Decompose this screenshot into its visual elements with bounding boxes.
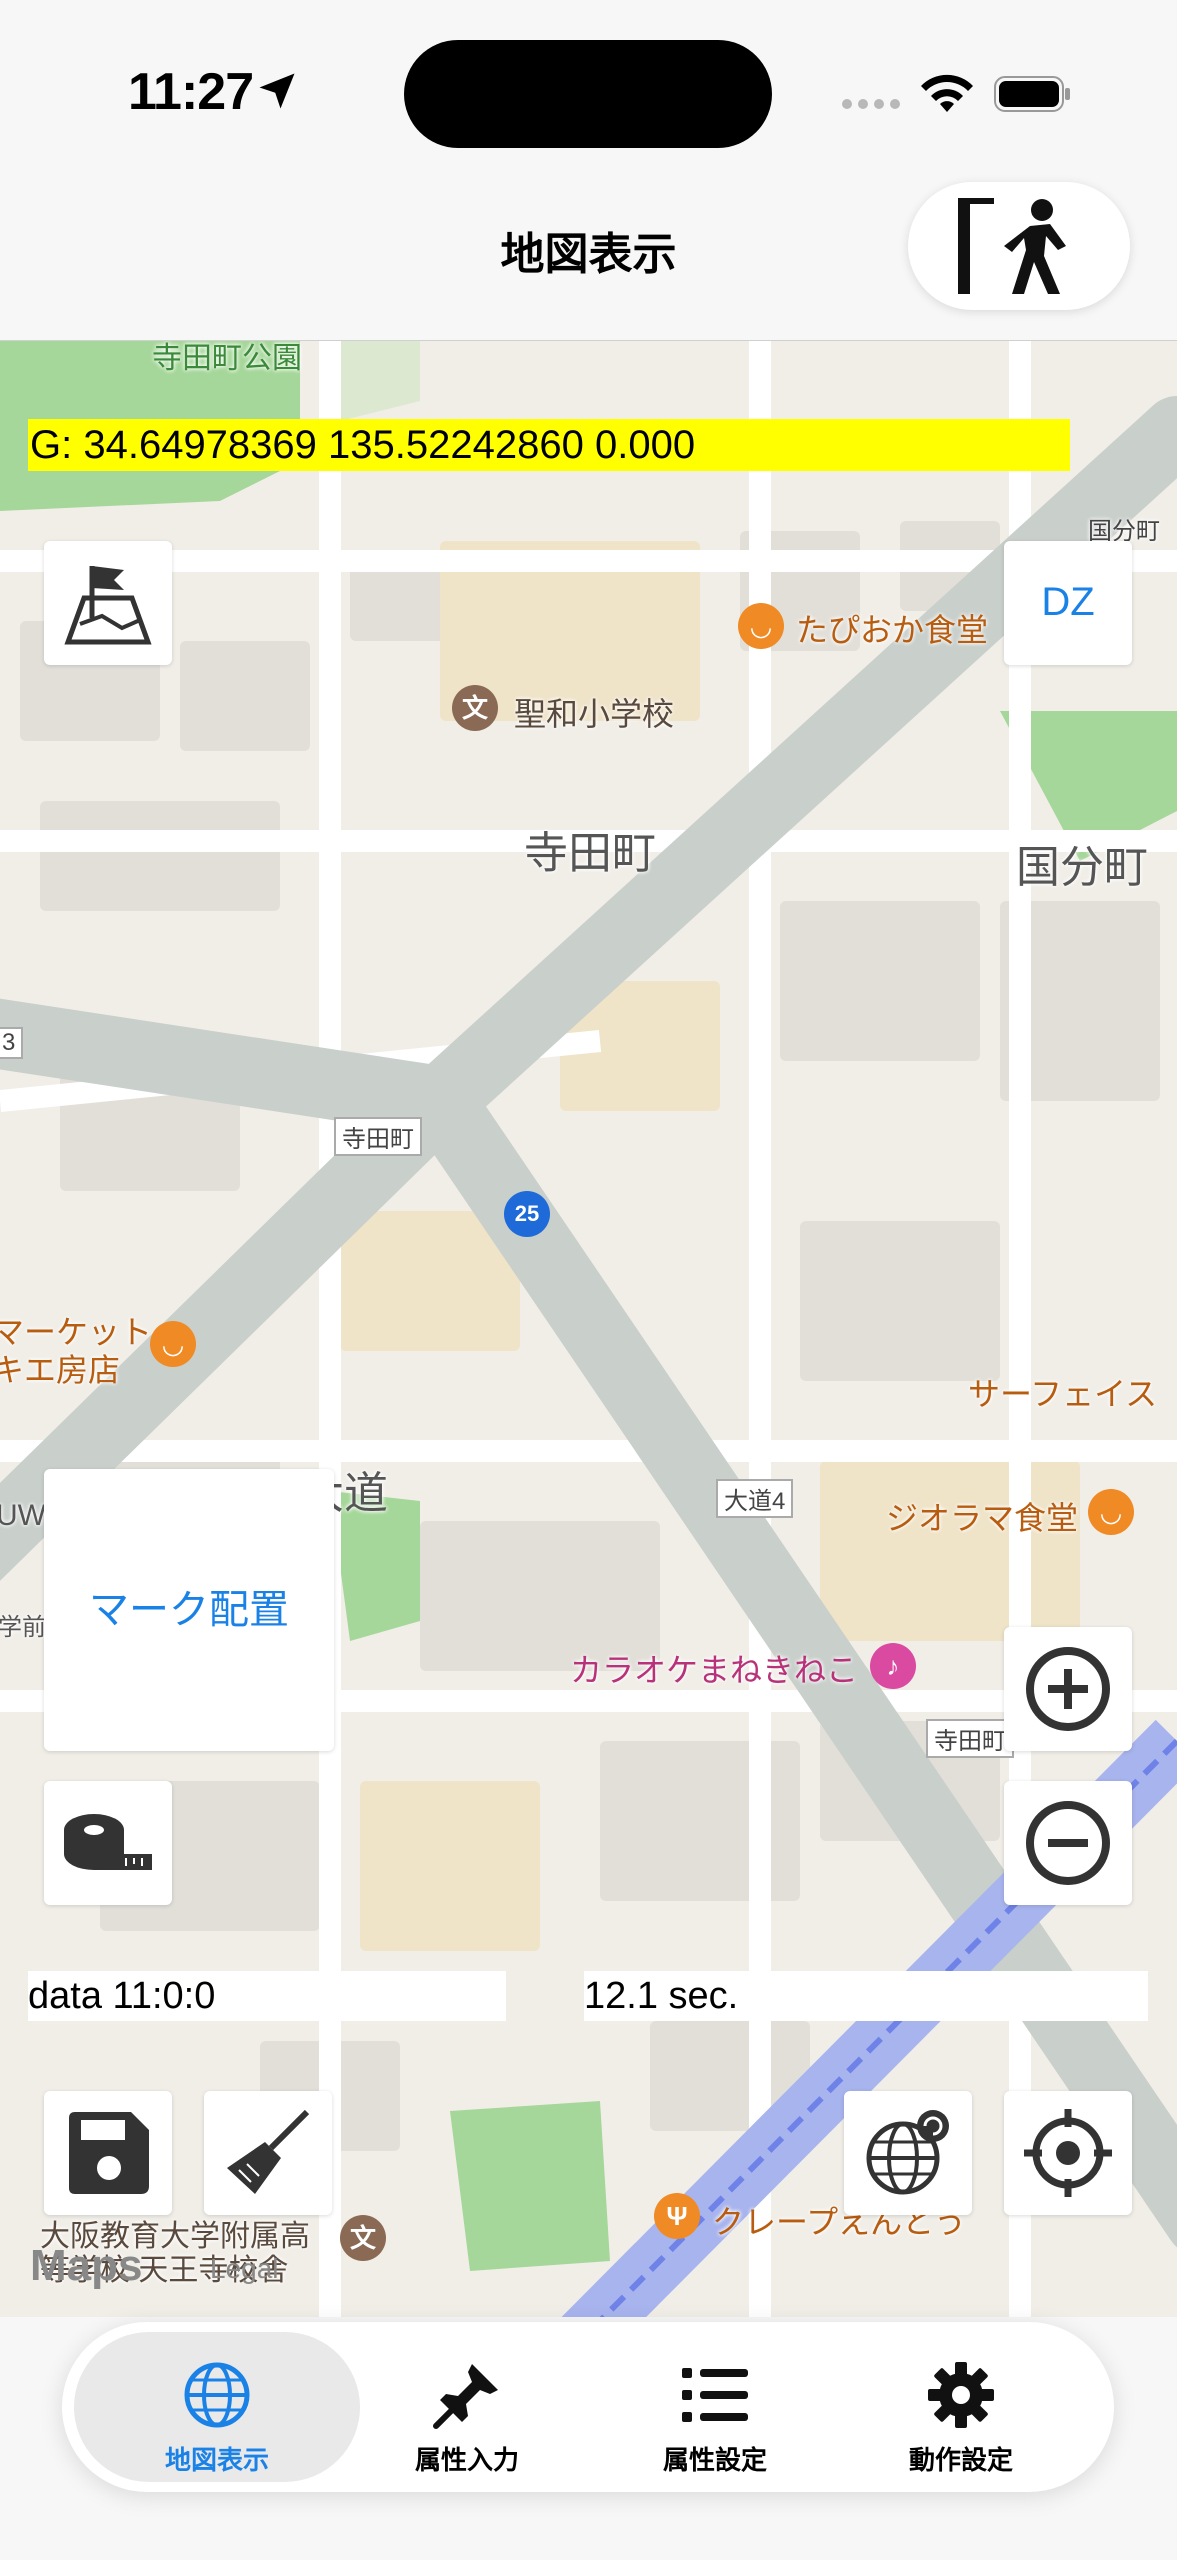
minus-circle-icon [1026, 1801, 1110, 1885]
map-label: カラオケまねきねこ [570, 1652, 859, 1688]
cafe-icon: ◡ [738, 603, 784, 649]
globe-sync-button[interactable] [844, 2091, 972, 2215]
karaoke-icon: ♪ [870, 1643, 916, 1689]
elapsed-time: 12.1 sec. [584, 1971, 1148, 2021]
status-bar: 11:27 [0, 0, 1177, 190]
tab-label: 地図表示 [164, 2445, 269, 2475]
current-location-button[interactable] [1004, 2091, 1132, 2215]
map-label: 聖和小学校 [514, 696, 675, 732]
status-time: 11:27 [128, 63, 254, 121]
floppy-disk-icon [69, 2112, 149, 2194]
measure-button[interactable] [44, 1781, 172, 1905]
legal-link[interactable]: Legal [210, 2253, 279, 2285]
map-label: 学前 [0, 1614, 46, 1641]
map-label: たぴおか食堂 [796, 612, 989, 648]
map-label: 国分町 [1016, 843, 1148, 892]
dz-button[interactable]: DZ [1004, 541, 1132, 665]
globe-icon [184, 2362, 250, 2428]
exit-icon [958, 198, 1066, 294]
broom-icon [227, 2109, 310, 2194]
tab-label: 動作設定 [908, 2445, 1013, 2475]
map-label: 寺田町公園 [152, 342, 302, 375]
clear-button[interactable] [204, 2091, 332, 2215]
map-label: 寺田町 [926, 1719, 1014, 1758]
tab-map[interactable]: 地図表示 [74, 2332, 360, 2482]
exit-button[interactable] [908, 182, 1130, 310]
tab-attribute-settings[interactable]: 属性設定 [572, 2332, 858, 2482]
school-icon: 文 [452, 685, 498, 731]
gps-readout: G: 34.64978369 135.52242860 0.000 [28, 419, 1070, 471]
data-timestamp: data 11:0:0 [28, 1971, 506, 2021]
globe-sync-icon [866, 2110, 949, 2195]
map-label: 3 [0, 1027, 24, 1059]
tab-label: 属性入力 [414, 2445, 519, 2475]
crosshair-icon [1024, 2109, 1112, 2197]
tab-label: 属性設定 [662, 2445, 767, 2475]
tab-behavior-settings[interactable]: 動作設定 [818, 2332, 1104, 2482]
place-mark-button[interactable]: マーク配置 [44, 1469, 334, 1751]
zoom-in-button[interactable] [1004, 1627, 1132, 1751]
tab-attribute-input[interactable]: 属性入力 [324, 2332, 610, 2482]
map-label: サーフェイス [968, 1376, 1158, 1412]
maps-logo: Maps [30, 2241, 143, 2290]
cafe-icon: ◡ [1088, 1489, 1134, 1535]
battery-icon [994, 76, 1070, 112]
cafe-icon: ◡ [150, 1321, 196, 1367]
map-label: 大道4 [716, 1479, 794, 1518]
gear-icon [928, 2362, 994, 2428]
school-icon: 文 [340, 2215, 386, 2261]
location-arrow-icon [259, 73, 295, 109]
save-button[interactable] [44, 2091, 172, 2215]
plus-circle-icon [1026, 1647, 1110, 1731]
map-label: ジオラマ食堂 [886, 1500, 1079, 1536]
restaurant-icon: Ψ [654, 2193, 700, 2239]
cellular-signal-icon [842, 96, 906, 114]
route-shield: 25 [504, 1191, 550, 1237]
map-label: UW [0, 1499, 46, 1532]
zoom-out-button[interactable] [1004, 1781, 1132, 1905]
map-label: 寺田町 [334, 1117, 422, 1156]
map-flag-icon [64, 566, 152, 645]
map-view[interactable]: 寺田町公園 国分町 ◡ たぴおか食堂 文 聖和小学校 寺田町 国分町 寺田町 2… [0, 340, 1177, 2317]
map-label: キエ房店 [0, 1352, 121, 1388]
dynamic-island [404, 40, 772, 148]
map-layer-button[interactable] [44, 541, 172, 665]
pin-icon [433, 2364, 498, 2429]
wifi-icon [921, 74, 973, 112]
tab-bar: 地図表示 属性入力 属性設定 動作設定 [62, 2322, 1114, 2492]
map-label: 寺田町 [524, 829, 656, 878]
list-icon [682, 2368, 748, 2422]
tape-measure-icon [64, 1814, 152, 1870]
